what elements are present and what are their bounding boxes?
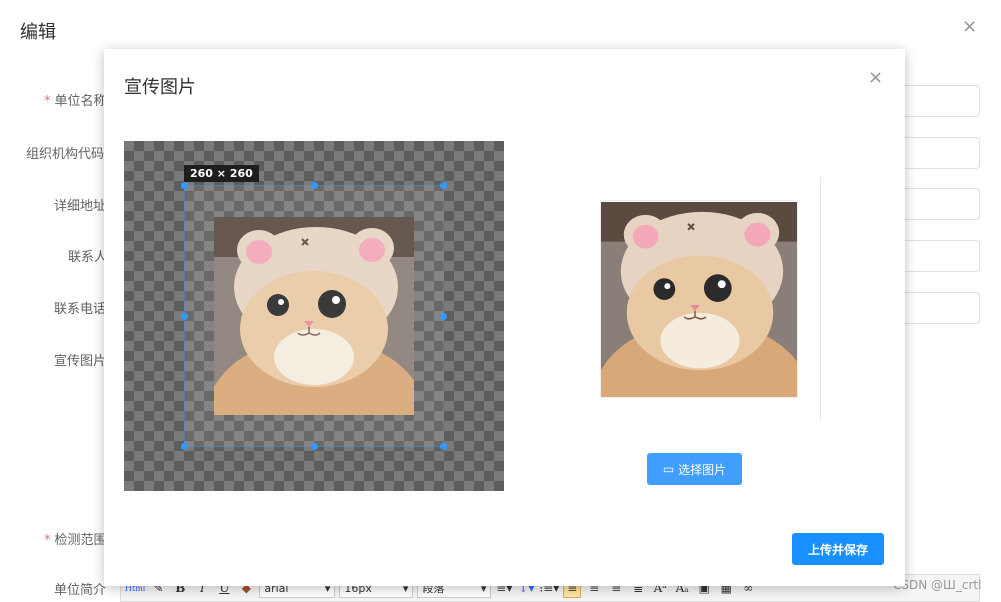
contact-input[interactable] xyxy=(904,240,980,272)
crop-size-label: 260 × 260 xyxy=(184,165,259,182)
upload-save-button[interactable]: 上传并保存 xyxy=(792,533,884,565)
promo-image-modal: 宣传图片 × 260 × 260 ▭ 选择图片 上传并保存 xyxy=(104,49,905,586)
label-scope: * 检测范围 xyxy=(44,533,107,548)
label-phone: 联系电话 xyxy=(54,302,107,317)
label-intro: 单位简介 xyxy=(54,583,107,598)
image-cropper[interactable]: 260 × 260 xyxy=(124,141,504,491)
label-contact: 联系人 xyxy=(68,250,108,265)
edit-dialog-close-icon[interactable]: × xyxy=(962,16,977,37)
crop-handle-w[interactable] xyxy=(181,313,188,320)
label-promo-image: 宣传图片 xyxy=(54,354,107,369)
preview-divider xyxy=(820,177,821,421)
crop-box[interactable] xyxy=(184,185,444,447)
label-address: 详细地址 xyxy=(54,199,107,214)
folder-icon: ▭ xyxy=(662,462,675,476)
org-code-input[interactable] xyxy=(904,137,980,169)
crop-handle-e[interactable] xyxy=(440,313,447,320)
edit-dialog-title: 编辑 xyxy=(20,22,56,43)
crop-preview-image xyxy=(600,200,798,398)
choose-image-label: 选择图片 xyxy=(678,462,727,477)
label-unit-name: * 单位名称 xyxy=(44,94,107,109)
unit-name-input[interactable] xyxy=(904,85,980,117)
modal-title: 宣传图片 xyxy=(124,77,196,98)
label-org-code: 组织机构代码 xyxy=(26,147,105,162)
modal-close-icon[interactable]: × xyxy=(868,67,883,88)
crop-handle-s[interactable] xyxy=(311,443,318,450)
csdn-watermark: CSDN @Ш_crtl xyxy=(893,578,982,592)
crop-handle-ne[interactable] xyxy=(440,182,447,189)
phone-input[interactable] xyxy=(904,292,980,324)
crop-handle-n[interactable] xyxy=(311,182,318,189)
crop-handle-se[interactable] xyxy=(440,443,447,450)
crop-handle-sw[interactable] xyxy=(181,443,188,450)
choose-image-button[interactable]: ▭ 选择图片 xyxy=(647,453,742,485)
address-input[interactable] xyxy=(904,188,980,220)
crop-handle-nw[interactable] xyxy=(181,182,188,189)
